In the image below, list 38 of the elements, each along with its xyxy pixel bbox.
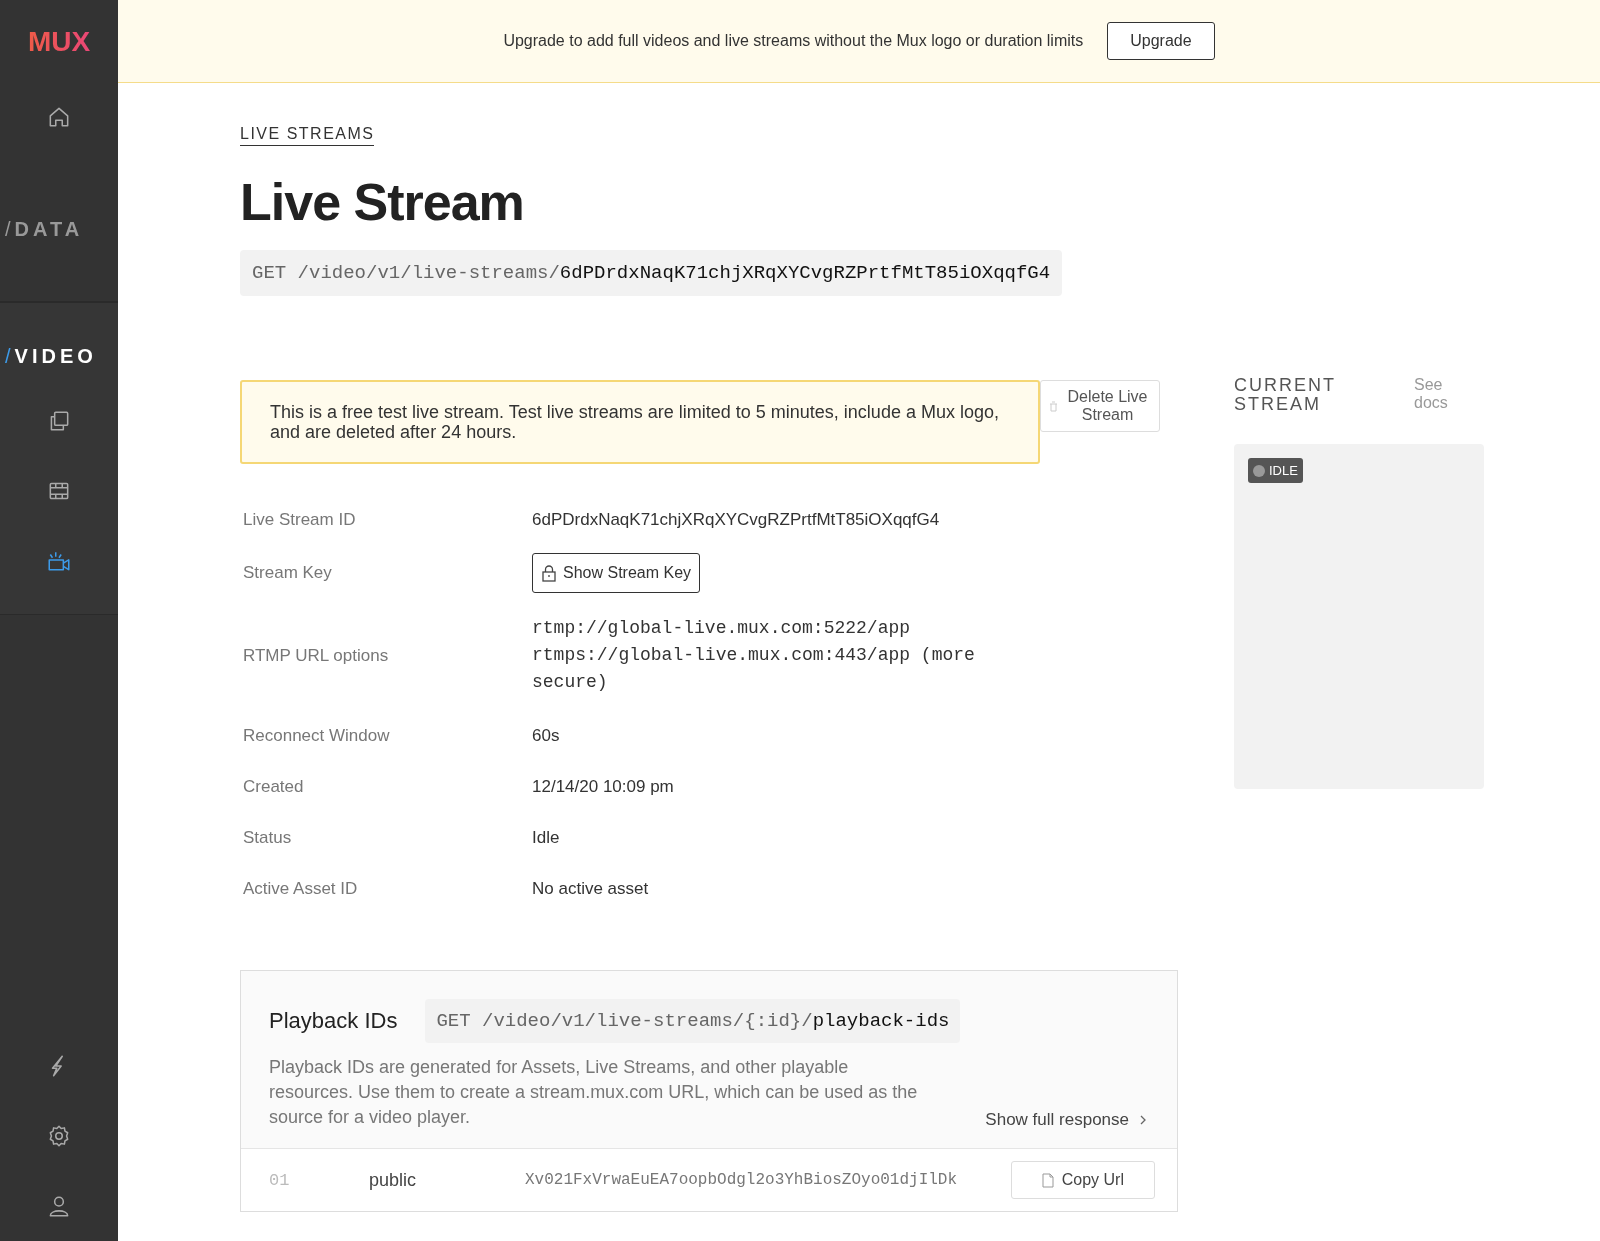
section-link[interactable]: /DATA bbox=[0, 218, 84, 259]
detail-value: 6dPDrdxNaqK71chjXRqXYCvgRZPrtfMtT85iOXqqfG4 bbox=[532, 509, 940, 530]
url-text: rtmps://global-live.mux.com:443/app (more secure) bbox=[532, 644, 976, 694]
detail-label: Stream Key bbox=[242, 563, 333, 583]
section-link[interactable]: /VIDEO bbox=[0, 345, 97, 386]
panel-title: CURRENT STREAM bbox=[1234, 376, 1337, 414]
endpoint-code: GET /video/v1/live-streams/{:id}/playback-ids bbox=[425, 999, 961, 1043]
detail-label: Created bbox=[242, 776, 305, 797]
playback-id: Xv021FxVrwaEuEA7oopbOdgl2o3YhBiosZOyo01djIlDk bbox=[525, 1171, 959, 1189]
banner-text: Upgrade to add full videos and live streams without the Mux logo or duration limits bbox=[503, 32, 1084, 50]
show-full-link[interactable]: Show full response bbox=[985, 1110, 1147, 1130]
section-title: Playback IDs bbox=[269, 1008, 398, 1034]
detail-label: Status bbox=[242, 827, 293, 848]
page-title: Live Stream bbox=[240, 172, 524, 232]
row-number: 01 bbox=[269, 1170, 291, 1190]
status-badge: IDLE bbox=[1248, 458, 1303, 483]
upgrade-button[interactable]: Upgrade bbox=[1107, 22, 1215, 60]
chevron-icon bbox=[1139, 1114, 1147, 1126]
detail-label: RTMP URL options bbox=[242, 645, 390, 666]
endpoint-code: GET /video/v1/live-streams/6dPDrdxNaqK71chjXRqXYCvgRZPrtfMtT85iOXqqfG4 bbox=[240, 250, 1063, 296]
lock-icon bbox=[541, 564, 557, 582]
detail-value: Idle bbox=[532, 827, 560, 848]
notice-text: This is a free test live stream. Test live streams are limited to 5 minutes, include a Mux logo, and are deleted after 24 hours. bbox=[240, 380, 1040, 464]
detail-value: 60s bbox=[532, 725, 560, 746]
detail-label: Live Stream ID bbox=[242, 509, 357, 530]
show-key-button[interactable]: Show Stream Key bbox=[532, 553, 701, 593]
delete-button[interactable]: Delete Live Stream bbox=[1040, 380, 1160, 432]
document-icon bbox=[1041, 1172, 1054, 1188]
breadcrumb-link[interactable]: LIVE STREAMS bbox=[240, 125, 375, 146]
description-text: Playback IDs are generated for Assets, Live Streams, and other playable resources. Use them to create a stream.mux.com URL, which can be used as the source for a video player. bbox=[269, 1056, 919, 1129]
detail-label: Active Asset ID bbox=[242, 878, 359, 899]
detail-value: 12/14/20 10:09 pm bbox=[532, 776, 674, 797]
url-text: rtmp://global-live.mux.com:5222/app bbox=[532, 617, 912, 640]
policy-text: public bbox=[369, 1169, 418, 1191]
detail-value: No active asset bbox=[532, 878, 649, 899]
detail-label: Reconnect Window bbox=[242, 725, 391, 746]
trash-icon bbox=[1049, 400, 1058, 412]
copy-url-button[interactable]: Copy Url bbox=[1010, 1161, 1155, 1199]
